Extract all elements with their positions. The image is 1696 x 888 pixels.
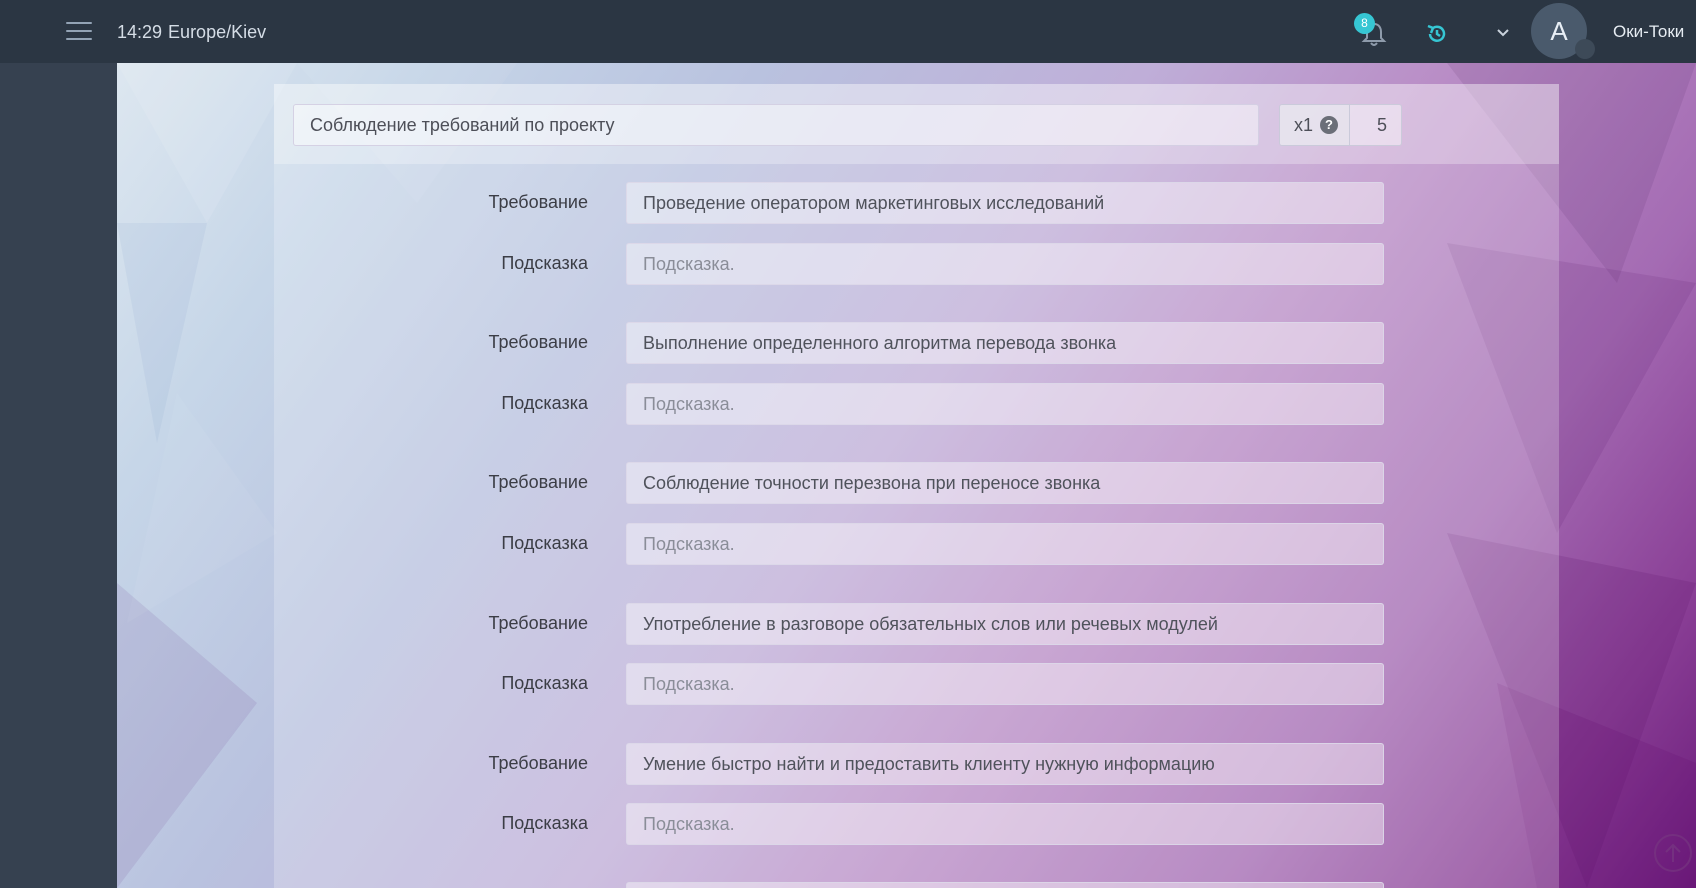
hint-label: Подсказка bbox=[501, 673, 588, 693]
hint-label: Подсказка bbox=[501, 533, 588, 553]
group-title-input[interactable]: Соблюдение требований по проекту bbox=[293, 104, 1259, 146]
help-icon[interactable]: ? bbox=[1320, 116, 1338, 134]
requirements-panel: Соблюдение требований по проекту x1 ? 5 … bbox=[274, 84, 1559, 888]
hint-label: Подсказка bbox=[501, 253, 588, 273]
hint-input[interactable]: Подсказка. bbox=[626, 663, 1384, 705]
hint-input[interactable]: Подсказка. bbox=[626, 383, 1384, 425]
username[interactable]: Оки-Токи bbox=[1613, 22, 1684, 42]
notification-badge: 8 bbox=[1354, 13, 1375, 34]
requirement-input[interactable]: Соблюдение точности перезвона при перено… bbox=[626, 462, 1384, 504]
avatar[interactable]: A bbox=[1531, 3, 1595, 59]
requirement-label: Требование bbox=[488, 472, 588, 492]
top-navigation-bar: 14:29 Europe/Kiev 8 A Оки-Токи bbox=[0, 0, 1696, 63]
scroll-to-top-button[interactable] bbox=[1654, 834, 1692, 872]
history-button[interactable] bbox=[1425, 22, 1449, 46]
requirement-input[interactable]: Выполнение определенного алгоритма перев… bbox=[626, 322, 1384, 364]
chevron-down-icon bbox=[1497, 29, 1509, 37]
group-header: Соблюдение требований по проекту x1 ? 5 bbox=[274, 84, 1559, 164]
requirement-input[interactable]: Проведение оператором маркетинговых иссл… bbox=[626, 182, 1384, 224]
requirement-input[interactable]: Употребление в разговоре обязательных сл… bbox=[626, 603, 1384, 645]
weight-input[interactable]: 5 bbox=[1350, 104, 1402, 146]
hint-input[interactable]: Подсказка. bbox=[626, 523, 1384, 565]
clock: 14:29 Europe/Kiev bbox=[117, 22, 266, 43]
requirement-label: Требование bbox=[488, 613, 588, 633]
multiplier-label: x1 bbox=[1294, 115, 1314, 135]
avatar-letter: A bbox=[1550, 16, 1568, 46]
current-time: 14:29 bbox=[117, 22, 163, 42]
hint-input[interactable]: Подсказка. bbox=[626, 803, 1384, 845]
requirement-input[interactable]: Умение быстро найти и предоставить клиен… bbox=[626, 743, 1384, 785]
multiplier-addon: x1 ? bbox=[1279, 104, 1350, 146]
hint-input[interactable]: Подсказка. bbox=[626, 243, 1384, 285]
hint-label: Подсказка bbox=[501, 813, 588, 833]
requirement-label: Требование bbox=[488, 192, 588, 212]
menu-icon[interactable] bbox=[66, 22, 92, 42]
history-icon bbox=[1427, 24, 1446, 42]
avatar-status-dot bbox=[1575, 39, 1595, 59]
dropdown-toggle[interactable] bbox=[1496, 26, 1510, 40]
sidebar bbox=[0, 63, 117, 888]
requirement-label: Требование bbox=[488, 332, 588, 352]
timezone: Europe/Kiev bbox=[168, 22, 267, 42]
notifications-button[interactable]: 8 bbox=[1354, 13, 1388, 48]
arrow-up-icon bbox=[1665, 843, 1681, 862]
requirement-input-partial[interactable] bbox=[626, 882, 1384, 888]
hint-label: Подсказка bbox=[501, 393, 588, 413]
requirement-label: Требование bbox=[488, 753, 588, 773]
